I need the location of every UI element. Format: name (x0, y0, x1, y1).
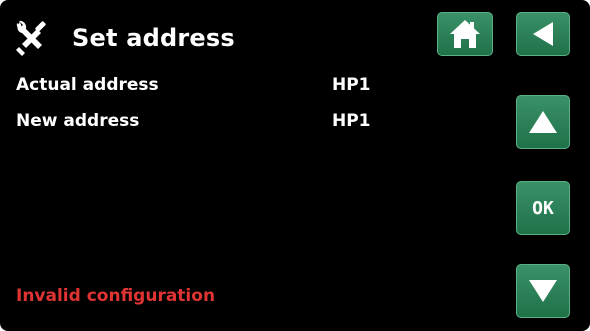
ok-button-label: OK (532, 197, 554, 219)
up-button[interactable] (516, 95, 570, 149)
status-message: Invalid configuration (16, 286, 216, 306)
page-title: Set address (72, 24, 235, 52)
back-button[interactable] (516, 12, 570, 56)
back-arrow-icon (531, 21, 555, 47)
display-screen: Set address Actual address HP1 New addre… (0, 0, 590, 331)
ok-button[interactable]: OK (516, 181, 570, 235)
home-icon (448, 17, 482, 51)
down-button[interactable] (516, 264, 570, 318)
new-address-label[interactable]: New address (16, 111, 139, 131)
actual-address-label: Actual address (16, 75, 159, 95)
tools-icon (14, 18, 54, 58)
down-arrow-icon (528, 278, 558, 304)
home-button[interactable] (437, 12, 493, 56)
up-arrow-icon (528, 109, 558, 135)
header: Set address (14, 18, 235, 58)
actual-address-value: HP1 (332, 75, 371, 95)
new-address-value[interactable]: HP1 (332, 111, 371, 131)
